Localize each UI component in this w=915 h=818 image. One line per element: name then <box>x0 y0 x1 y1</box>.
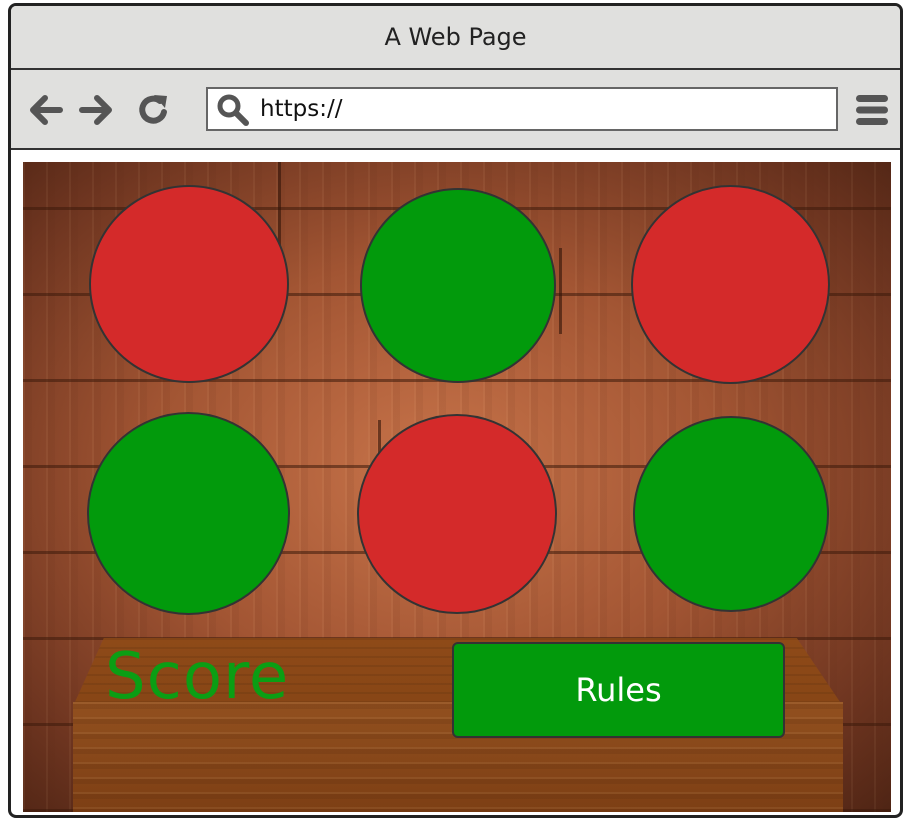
refresh-icon[interactable] <box>136 92 172 128</box>
game-board: Score Rules <box>23 162 891 812</box>
browser-window: A Web Page https:// Score Rules <box>8 3 903 818</box>
plank-seam <box>559 248 562 334</box>
score-label: Score <box>105 640 290 714</box>
window-title-bar: A Web Page <box>11 6 900 70</box>
url-text[interactable]: https:// <box>260 96 342 122</box>
rules-button[interactable]: Rules <box>452 642 785 738</box>
search-icon <box>217 94 249 126</box>
game-circle-red[interactable] <box>357 414 557 614</box>
hamburger-menu-icon[interactable] <box>854 90 890 130</box>
plank-seam <box>278 162 281 248</box>
window-title: A Web Page <box>384 23 527 51</box>
game-circle-green[interactable] <box>633 416 829 612</box>
game-circle-red[interactable] <box>89 185 289 383</box>
address-bar[interactable]: https:// <box>206 87 838 131</box>
arrow-left-icon[interactable] <box>28 92 64 128</box>
browser-toolbar: https:// <box>11 70 900 150</box>
game-circle-green[interactable] <box>360 188 556 383</box>
game-circle-green[interactable] <box>87 412 290 615</box>
game-circle-red[interactable] <box>631 185 830 384</box>
arrow-right-icon[interactable] <box>78 92 114 128</box>
